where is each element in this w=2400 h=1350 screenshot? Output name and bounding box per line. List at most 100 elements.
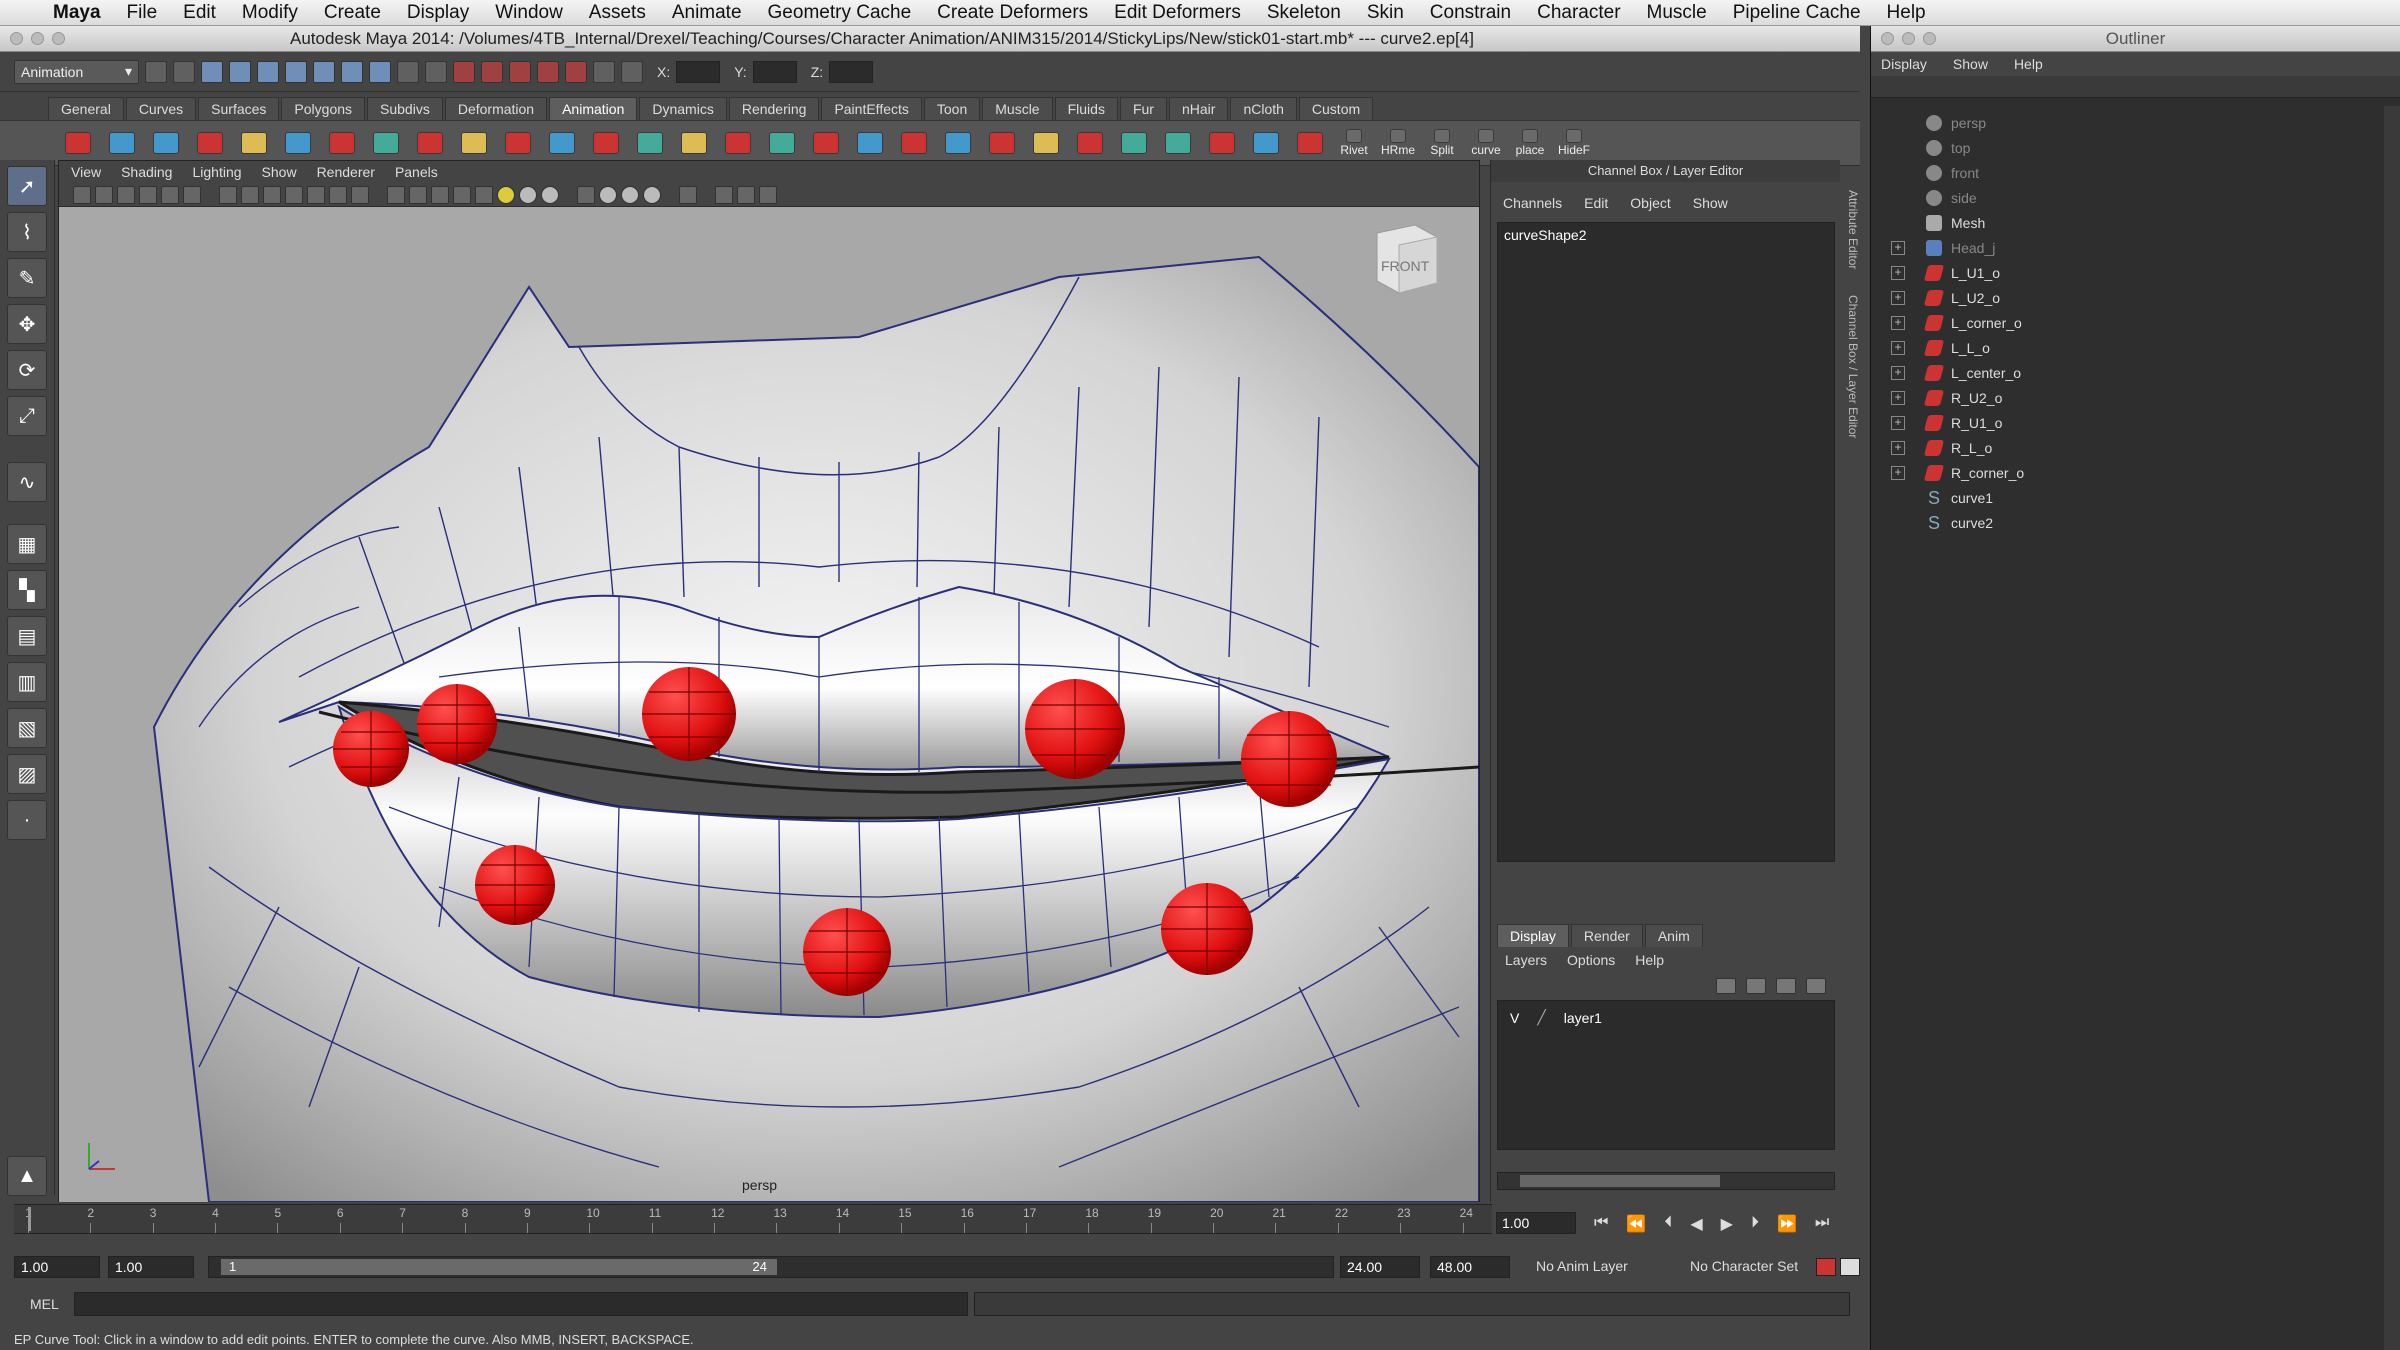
move-layer-down-icon[interactable] [1746,978,1766,994]
shelf-pole-vector-icon[interactable] [806,125,846,161]
shelf-blend-shape-icon[interactable] [454,125,494,161]
shelf-tab-dynamics[interactable]: Dynamics [639,97,727,120]
image-plane-icon[interactable] [139,185,157,204]
shelf-scale-constraint-icon[interactable] [762,125,802,161]
step-back-key-icon[interactable]: ⏪ [1626,1214,1646,1234]
shelf-tab-fur[interactable]: Fur [1119,97,1167,120]
outliner-item[interactable]: front [1871,160,2385,185]
range-slider[interactable]: 1 24 [208,1256,1334,1278]
textured-icon[interactable] [453,185,471,204]
shelf-hrme-button[interactable]: HRme [1378,125,1418,161]
shelf-emitter-icon[interactable] [1158,125,1198,161]
rotate-tool-icon[interactable]: ⟳ [7,350,47,390]
xray-icon[interactable] [599,185,617,204]
command-input[interactable] [74,1292,968,1316]
expand-icon[interactable]: + [1891,440,1905,455]
camera-attributes-icon[interactable] [95,185,113,204]
shelf-set-breakdown-icon[interactable] [102,125,142,161]
shelf-tab-nhair[interactable]: nHair [1168,97,1229,120]
select-component-icon[interactable] [285,60,307,83]
shelf-curve-button[interactable]: curve [1466,125,1506,161]
shelf-character-set-icon[interactable] [1070,125,1110,161]
new-scene-icon[interactable] [145,60,167,83]
menu-skeleton[interactable]: Skeleton [1254,2,1354,24]
wireframe-icon[interactable] [387,185,405,204]
perspective-viewport[interactable]: FRONT persp [59,207,1479,1202]
shelf-paint-weights-icon[interactable] [322,125,362,161]
grease-pencil-icon[interactable] [183,185,201,204]
shelf-field-icon[interactable] [1202,125,1242,161]
expand-icon[interactable]: + [1891,340,1905,355]
move-tool-icon[interactable]: ✥ [7,304,47,344]
menu-edit-deformers[interactable]: Edit Deformers [1101,2,1254,24]
menu-animate[interactable]: Animate [659,2,755,24]
shelf-point-constraint-icon[interactable] [586,125,626,161]
outliner-menu-show[interactable]: Show [1953,56,1988,72]
outliner-menu-help[interactable]: Help [2014,56,2043,72]
layer-horizontal-scrollbar[interactable] [1497,1172,1835,1190]
outliner-item[interactable]: + L_U2_o [1871,285,2385,310]
shelf-mirror-joint-icon[interactable] [1114,125,1154,161]
channel-menu-show[interactable]: Show [1693,195,1728,211]
xray-joints-icon[interactable] [621,185,639,204]
bookmark-icon[interactable] [117,185,135,204]
shelf-tab-polygons[interactable]: Polygons [281,97,366,120]
exposure-icon[interactable] [759,185,777,204]
menu-character[interactable]: Character [1524,2,1633,24]
outliner-filter-field[interactable] [1871,76,2400,98]
safe-action-icon[interactable] [329,185,347,204]
select-object-icon[interactable] [257,60,279,83]
shelf-ik-handle-icon[interactable] [146,125,186,161]
y-coord-field[interactable] [752,60,797,83]
view-cube[interactable]: FRONT [1376,224,1438,294]
minimize-button[interactable] [31,32,44,45]
shelf-tab-painteffects[interactable]: PaintEffects [821,97,922,120]
layer-menu-options[interactable]: Options [1567,952,1615,968]
selected-node-name[interactable]: curveShape2 [1498,223,1834,247]
shelf-split-button[interactable]: Split [1422,125,1462,161]
panel-menu-view[interactable]: View [71,164,101,180]
outliner-item[interactable]: + L_U1_o [1871,260,2385,285]
shelf-ik-spline-icon[interactable] [190,125,230,161]
two-d-pan-icon[interactable] [161,185,179,204]
side-tab-0[interactable]: Attribute Editor [1844,190,1860,269]
isolate-select-icon[interactable] [577,185,595,204]
render-current-icon[interactable] [481,60,503,83]
outliner-item[interactable]: + R_U1_o [1871,410,2385,435]
scale-tool-icon[interactable]: ⤢ [7,396,47,436]
rename-icon[interactable] [621,60,643,83]
last-tool-icon[interactable]: ∿ [7,462,47,502]
shelf-tab-subdivs[interactable]: Subdivs [367,97,443,120]
expand-icon[interactable]: + [1891,415,1905,430]
menu-set-selector[interactable]: Animation [14,59,139,84]
start-time-field[interactable]: 1.00 [14,1256,100,1278]
shelf-tab-fluids[interactable]: Fluids [1054,97,1118,120]
shelf-tab-custom[interactable]: Custom [1298,97,1374,120]
control-sphere-l-corner[interactable] [1241,711,1337,807]
control-sphere-l-l[interactable] [1161,883,1253,975]
field-chart-icon[interactable] [307,185,325,204]
outliner-item[interactable]: persp [1871,110,2385,135]
layer-visibility-toggle[interactable]: V [1510,1010,1519,1026]
control-sphere-l-u2[interactable] [1025,679,1125,779]
time-slider[interactable]: 123456789101112131415161718192021222324 [14,1204,1492,1234]
shelf-cluster-icon[interactable] [366,125,406,161]
lock-icon[interactable] [425,60,447,83]
menu-geometry-cache[interactable]: Geometry Cache [755,2,925,24]
snap-point-icon[interactable] [369,60,391,83]
layer-tab-anim[interactable]: Anim [1644,924,1703,947]
snap-curve-icon[interactable] [341,60,363,83]
shelf-aim-constraint-icon[interactable] [630,125,670,161]
grid-icon[interactable] [219,185,237,204]
smooth-shade-icon[interactable] [409,185,427,204]
step-forward-frame-icon[interactable]: ⏵ [1751,1214,1759,1234]
auto-key-icon[interactable] [1816,1258,1836,1276]
end-time-field[interactable]: 48.00 [1430,1256,1510,1278]
shelf-pivot-icon[interactable] [1290,125,1330,161]
playback-end-field[interactable]: 24.00 [1340,1256,1420,1278]
layout-four-icon[interactable]: ▚ [7,570,47,610]
shelf-parent-constraint-icon[interactable] [718,125,758,161]
command-language-label[interactable]: MEL [30,1296,59,1312]
hypershade-icon[interactable] [565,60,587,83]
step-forward-key-icon[interactable]: ⏩ [1777,1214,1797,1234]
